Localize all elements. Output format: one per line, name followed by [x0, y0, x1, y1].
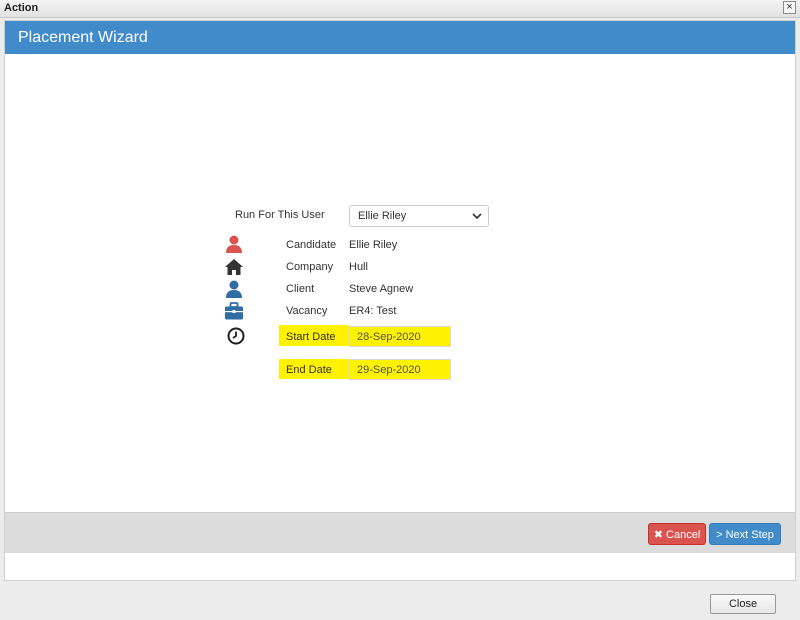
candidate-label: Candidate — [286, 239, 337, 251]
candidate-value: Ellie Riley — [349, 239, 398, 251]
vacancy-label: Vacancy — [286, 305, 328, 317]
run-for-user-label: Run For This User — [235, 209, 325, 221]
window-close-button[interactable]: × — [783, 1, 796, 14]
end-date-input[interactable]: 29-Sep-2020 — [349, 359, 451, 380]
start-date-label: Start Date — [286, 331, 336, 343]
start-date-value: 28-Sep-2020 — [357, 331, 421, 343]
user-icon — [226, 280, 242, 298]
company-label: Company — [286, 261, 334, 273]
start-date-input[interactable]: 28-Sep-2020 — [349, 326, 451, 347]
wizard-action-bar: ✖ Cancel > Next Step — [5, 512, 795, 553]
end-date-label: End Date — [286, 364, 332, 376]
window-title: Action — [4, 2, 39, 14]
cancel-button[interactable]: ✖ Cancel — [648, 523, 706, 545]
end-date-value: 29-Sep-2020 — [357, 364, 421, 376]
user-icon — [226, 235, 242, 253]
dialog-frame: Placement Wizard Run For This User Ellie… — [4, 20, 796, 581]
briefcase-icon — [225, 302, 243, 320]
next-step-button[interactable]: > Next Step — [709, 523, 781, 545]
run-for-user-value: Ellie Riley — [358, 210, 407, 222]
page-title: Placement Wizard — [5, 21, 795, 54]
vacancy-value: ER4: Test — [349, 305, 397, 317]
run-for-user-select[interactable]: Ellie Riley — [349, 205, 489, 227]
company-value: Hull — [349, 261, 368, 273]
home-icon — [225, 259, 243, 275]
client-label: Client — [286, 283, 315, 295]
window-titlebar: Action × — [0, 0, 800, 18]
cancel-label: Cancel — [666, 529, 701, 541]
chevron-down-icon — [472, 213, 482, 220]
clock-icon — [227, 327, 245, 345]
close-button[interactable]: Close — [710, 594, 776, 614]
cancel-icon: ✖ — [653, 529, 663, 541]
client-value: Steve Agnew — [349, 283, 414, 295]
